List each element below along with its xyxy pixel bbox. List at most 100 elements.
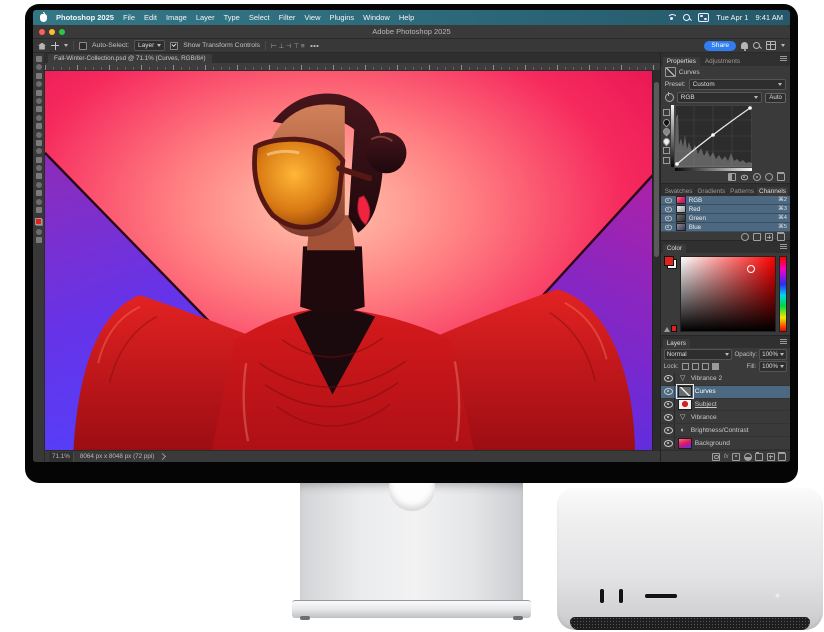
move-tool-icon[interactable]	[51, 42, 59, 50]
layer-row-vibrance-2[interactable]: ▽ Vibrance 2	[661, 373, 790, 386]
control-center-icon[interactable]	[698, 13, 709, 22]
previous-state-icon[interactable]	[765, 173, 773, 181]
document-tab[interactable]: Fall-Winter-Collection.psd @ 71.1% (Curv…	[48, 54, 212, 63]
tool-move-icon[interactable]	[36, 56, 42, 62]
save-selection-icon[interactable]	[753, 233, 761, 241]
auto-select-checkbox[interactable]	[79, 42, 87, 50]
share-button[interactable]: Share	[704, 41, 736, 51]
layer-row-brightness-contrast[interactable]: ◐ Brightness/Contrast	[661, 424, 790, 437]
smooth-icon[interactable]	[663, 157, 670, 164]
tool-frame-icon[interactable]	[36, 98, 42, 104]
eye-cell[interactable]	[664, 424, 675, 436]
eye-cell[interactable]	[664, 399, 675, 411]
clip-to-layer-icon[interactable]	[728, 173, 736, 181]
menu-item-help[interactable]: Help	[399, 13, 414, 22]
menu-app-name[interactable]: Photoshop 2025	[56, 13, 114, 22]
align-buttons[interactable]: ⊢ ⊥ ⊣ ⊤ ≡	[271, 42, 305, 50]
auto-button[interactable]: Auto	[765, 93, 786, 103]
saturation-brightness-field[interactable]	[680, 256, 776, 332]
black-point-eyedropper-icon[interactable]	[661, 117, 671, 127]
visibility-eye-icon[interactable]	[664, 375, 673, 382]
preset-dropdown[interactable]: Custom	[689, 79, 786, 90]
visibility-eye-icon[interactable]	[741, 174, 748, 180]
pencil-icon[interactable]	[663, 147, 670, 154]
menu-item-window[interactable]: Window	[363, 13, 390, 22]
tab-color[interactable]: Color	[663, 244, 686, 253]
new-group-icon[interactable]	[755, 453, 763, 461]
visibility-eye-icon[interactable]	[664, 401, 673, 408]
show-transform-checkbox[interactable]	[170, 42, 178, 50]
layer-row-curves[interactable]: Curves	[661, 386, 790, 399]
canvas[interactable]	[45, 71, 660, 450]
spotlight-search-icon[interactable]	[683, 14, 691, 22]
new-layer-icon[interactable]	[767, 453, 775, 461]
layer-effects-icon[interactable]: fx	[724, 454, 729, 460]
tool-gradient-icon[interactable]	[36, 157, 42, 163]
layer-row-vibrance[interactable]: ▽ Vibrance	[661, 411, 790, 424]
tab-swatches[interactable]: Swatches	[663, 187, 695, 196]
tool-hand-icon[interactable]	[36, 229, 42, 235]
tool-type-icon[interactable]	[36, 190, 42, 196]
eye-cell[interactable]	[664, 437, 675, 449]
foreground-background-swatch[interactable]	[35, 218, 43, 226]
tool-healing-icon[interactable]	[36, 115, 42, 121]
menu-item-file[interactable]: File	[123, 13, 135, 22]
tool-dodge-icon[interactable]	[36, 173, 42, 179]
notifications-bell-icon[interactable]	[741, 42, 748, 49]
menu-item-type[interactable]: Type	[224, 13, 240, 22]
gamut-warning[interactable]	[664, 325, 677, 332]
adjustment-layer-icon[interactable]	[744, 453, 752, 461]
tool-marquee-icon[interactable]	[36, 64, 42, 70]
fill-dropdown[interactable]: 100%	[759, 361, 787, 372]
color-picker-cursor[interactable]	[747, 265, 755, 273]
menu-item-plugins[interactable]: Plugins	[330, 13, 355, 22]
menu-item-layer[interactable]: Layer	[196, 13, 215, 22]
delete-adjustment-icon[interactable]	[777, 173, 785, 181]
visibility-eye-icon[interactable]	[664, 440, 673, 447]
menu-item-filter[interactable]: Filter	[279, 13, 296, 22]
tab-properties[interactable]: Properties	[663, 57, 700, 66]
lock-all-icon[interactable]	[712, 363, 719, 370]
menu-item-view[interactable]: View	[304, 13, 320, 22]
visibility-eye-icon[interactable]	[664, 388, 673, 395]
zoom-level-field[interactable]: 71.1%	[49, 452, 74, 462]
foreground-color-chip[interactable]	[664, 256, 674, 266]
reset-icon[interactable]	[753, 173, 761, 181]
status-disclosure-icon[interactable]	[159, 453, 166, 460]
targeted-adjustment-icon[interactable]	[665, 93, 674, 102]
vertical-scrollbar[interactable]	[652, 71, 660, 450]
workspace-caret-icon[interactable]	[781, 44, 785, 47]
delete-channel-icon[interactable]	[777, 233, 785, 241]
tool-clone-stamp-icon[interactable]	[36, 132, 42, 138]
opacity-dropdown[interactable]: 100%	[759, 349, 787, 360]
menubar-time[interactable]: 9:41 AM	[755, 13, 783, 22]
channel-dropdown[interactable]: RGB	[677, 92, 763, 103]
visibility-eye-icon[interactable]	[664, 427, 673, 434]
curves-graph[interactable]	[671, 105, 752, 171]
scrollbar-thumb[interactable]	[654, 82, 659, 256]
tab-layers[interactable]: Layers	[663, 339, 690, 348]
delete-layer-icon[interactable]	[778, 453, 786, 461]
tab-gradients[interactable]: Gradients	[695, 187, 727, 196]
tool-history-brush-icon[interactable]	[36, 140, 42, 146]
apple-logo-icon[interactable]	[40, 14, 47, 22]
blend-mode-dropdown[interactable]: Normal	[664, 349, 733, 360]
workspace-switcher-icon[interactable]	[766, 41, 776, 50]
tool-blur-icon[interactable]	[36, 165, 42, 171]
foreground-background-swatch[interactable]	[664, 256, 677, 269]
layer-row-background[interactable]: Background	[661, 437, 790, 450]
visibility-eye-icon[interactable]	[665, 224, 672, 230]
tool-object-selection-icon[interactable]	[36, 81, 42, 87]
eye-cell[interactable]	[664, 386, 675, 398]
eye-cell[interactable]	[664, 411, 675, 423]
visibility-eye-icon[interactable]	[665, 215, 672, 221]
menubar-date[interactable]: Tue Apr 1	[716, 13, 748, 22]
lock-transparency-icon[interactable]	[682, 363, 689, 370]
curve-edit-icon[interactable]	[663, 109, 670, 116]
tool-shape-icon[interactable]	[36, 207, 42, 213]
lock-position-icon[interactable]	[702, 363, 709, 370]
tool-preset-caret-icon[interactable]	[64, 44, 68, 47]
tool-brush-icon[interactable]	[36, 123, 42, 129]
eye-cell[interactable]	[664, 373, 675, 385]
auto-select-target-dropdown[interactable]: Layer	[134, 40, 165, 51]
